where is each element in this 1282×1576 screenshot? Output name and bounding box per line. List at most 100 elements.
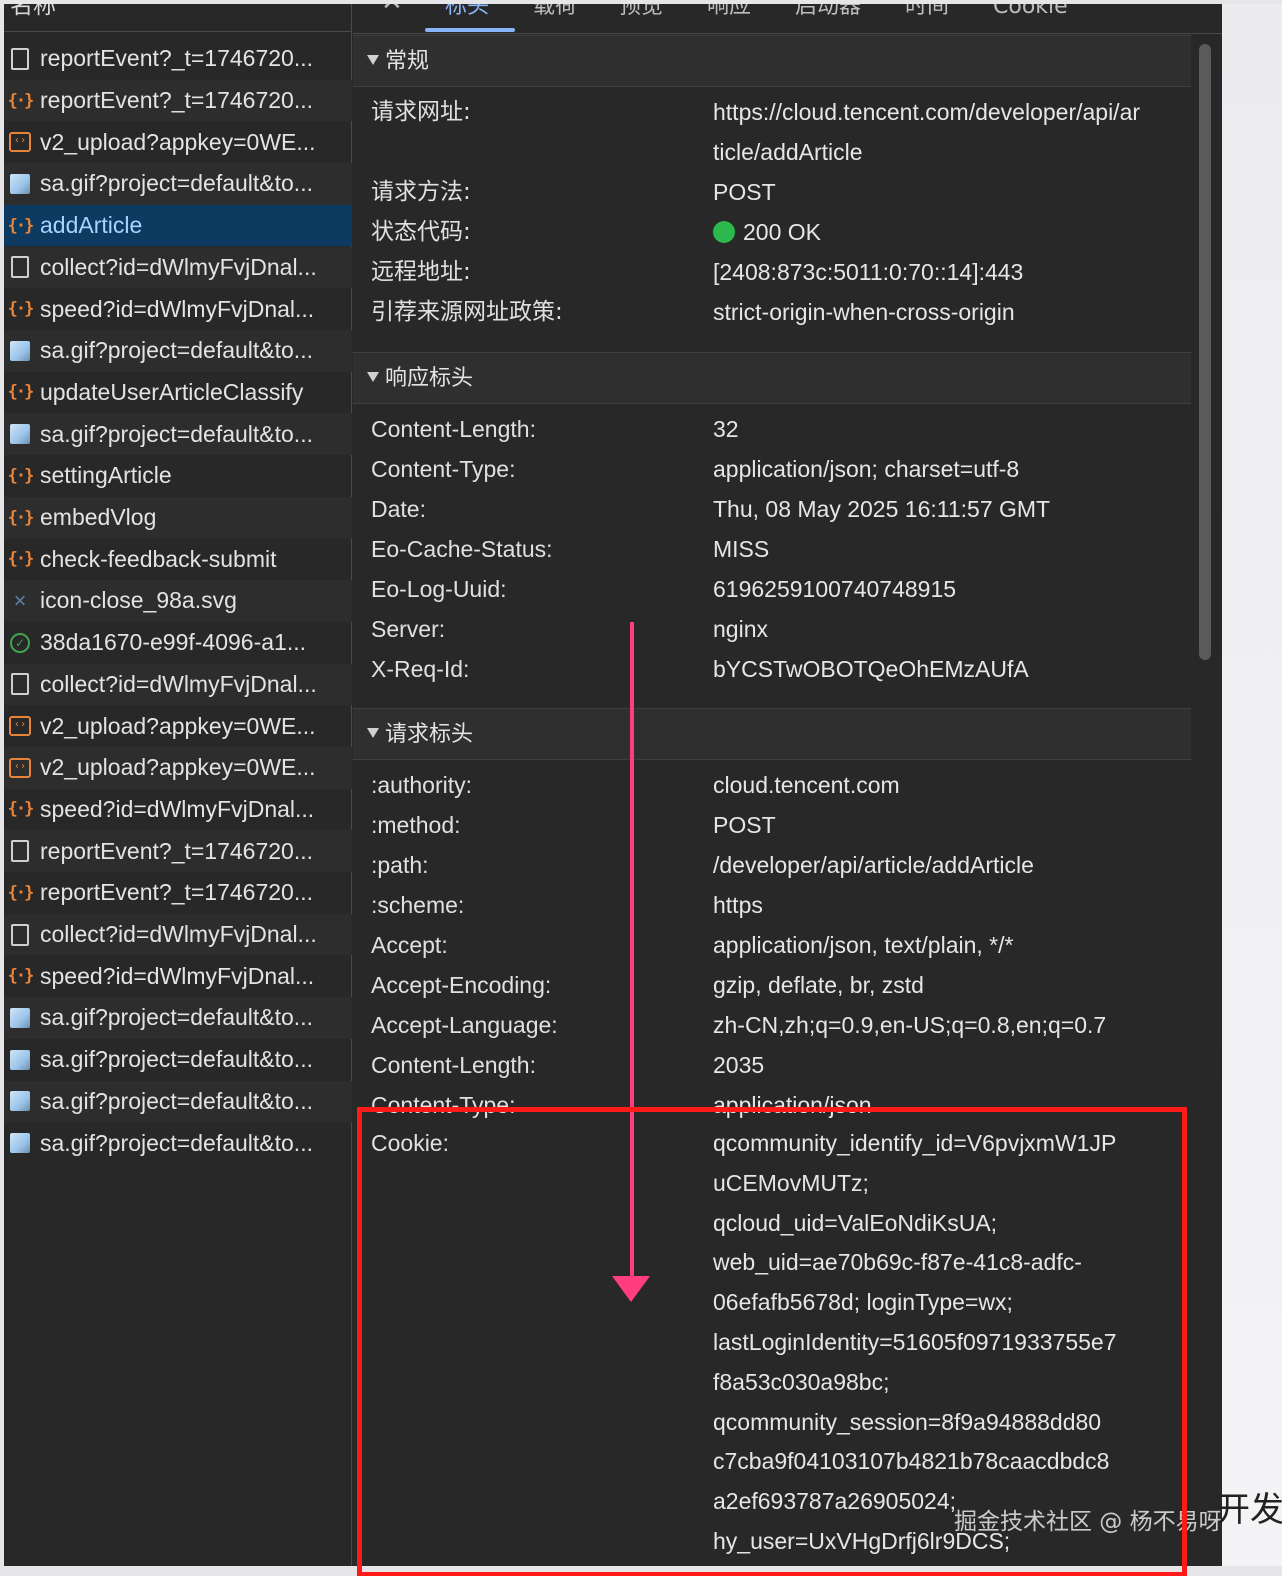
request-row[interactable]: {·} reportEvent?_t=1746720... xyxy=(4,872,352,914)
script-icon: ‹› xyxy=(9,132,31,153)
request-type-icon: {·} xyxy=(6,380,35,404)
request-type-icon xyxy=(6,672,34,696)
response-header-name: Eo-Cache-Status: xyxy=(371,536,553,562)
json-braces-icon: {·} xyxy=(7,465,35,486)
request-type-icon: {·} xyxy=(6,964,35,988)
response-header-value: 6196259100740748915 xyxy=(713,576,957,602)
request-row[interactable]: reportEvent?_t=1746720... xyxy=(4,830,352,872)
tab-response[interactable]: 响应 xyxy=(707,4,751,24)
request-name: sa.gif?project=default&to... xyxy=(40,420,313,447)
request-row[interactable]: {·} updateUserArticleClassify xyxy=(4,372,352,414)
request-type-icon: {·} xyxy=(6,881,35,905)
request-header-value: /developer/api/article/addArticle xyxy=(713,852,1034,878)
request-row[interactable]: sa.gif?project=default&to... xyxy=(4,163,352,205)
request-url-value-cont: ticle/addArticle xyxy=(713,139,863,165)
request-type-icon: ‹› xyxy=(6,756,34,780)
document-icon xyxy=(11,923,29,946)
close-icon[interactable]: ✕ xyxy=(381,4,403,17)
request-row[interactable]: ‹› v2_upload?appkey=0WE... xyxy=(4,746,352,789)
response-headers-section-header[interactable]: 响应标头 xyxy=(353,352,1191,404)
request-row[interactable]: collect?id=dWlmyFvjDnal... xyxy=(4,663,352,706)
request-type-icon xyxy=(6,339,34,363)
request-row[interactable]: ‹› v2_upload?appkey=0WE... xyxy=(4,705,352,747)
request-row[interactable]: {·} reportEvent?_t=1746720... xyxy=(4,79,352,122)
request-row[interactable]: sa.gif?project=default&to... xyxy=(4,997,352,1039)
json-braces-icon: {·} xyxy=(7,882,35,903)
request-row[interactable]: × icon-close_98a.svg xyxy=(4,580,352,622)
request-type-icon xyxy=(6,1131,34,1155)
request-row[interactable]: ‹› v2_upload?appkey=0WE... xyxy=(4,121,352,163)
image-icon xyxy=(10,1133,30,1154)
request-headers-section-header[interactable]: 请求标头 xyxy=(353,708,1191,760)
request-name: collect?id=dWlmyFvjDnal... xyxy=(40,670,317,697)
tab-headers[interactable]: 标头 xyxy=(445,4,489,24)
request-row[interactable]: sa.gif?project=default&to... xyxy=(4,413,352,455)
request-header-value: POST xyxy=(713,812,776,838)
request-type-icon: × xyxy=(6,587,34,613)
response-header-name: X-Req-Id: xyxy=(371,656,470,682)
request-name: settingArticle xyxy=(40,462,172,489)
request-name: v2_upload?appkey=0WE... xyxy=(40,712,316,739)
request-row[interactable]: reportEvent?_t=1746720... xyxy=(4,38,352,80)
request-type-icon: {·} xyxy=(6,547,35,571)
request-header-value: application/json, text/plain, */* xyxy=(713,932,1014,958)
request-header-name: :authority: xyxy=(371,772,472,798)
general-section-title: 常规 xyxy=(385,49,430,74)
image-icon xyxy=(10,173,30,194)
name-column-header[interactable]: 名称 xyxy=(4,4,352,32)
request-row[interactable]: sa.gif?project=default&to... xyxy=(4,1039,352,1081)
json-braces-icon: {·} xyxy=(7,507,35,528)
request-row[interactable]: {·} settingArticle xyxy=(4,455,352,497)
request-row[interactable]: {·} speed?id=dWlmyFvjDnal... xyxy=(4,789,352,831)
request-header-name: Content-Length: xyxy=(371,1052,536,1078)
response-header-name: Eo-Log-Uuid: xyxy=(371,576,507,602)
tab-payload[interactable]: 载荷 xyxy=(533,4,577,24)
request-type-icon: ‹› xyxy=(6,714,34,738)
request-url-value: https://cloud.tencent.com/developer/api/… xyxy=(713,99,1141,125)
detail-scrollbar[interactable] xyxy=(1193,34,1213,1566)
request-header-name: :method: xyxy=(371,812,461,838)
request-row[interactable]: {·} check-feedback-submit xyxy=(4,538,352,580)
request-row[interactable]: {·} speed?id=dWlmyFvjDnal... xyxy=(4,955,352,997)
request-type-icon xyxy=(6,422,34,446)
request-header-name: :path: xyxy=(371,852,429,878)
tab-cookies[interactable]: Cookie xyxy=(993,4,1068,24)
request-type-icon: {·} xyxy=(6,297,35,321)
response-header-name: Server: xyxy=(371,616,446,642)
request-row[interactable]: ✓ 38da1670-e99f-4096-a1... xyxy=(4,622,352,664)
svg-x-icon: × xyxy=(13,587,27,613)
request-row[interactable]: sa.gif?project=default&to... xyxy=(4,329,352,372)
response-header-name: Content-Type: xyxy=(371,456,516,482)
request-list: 名称 reportEvent?_t=1746720... {·} reportEve… xyxy=(4,4,352,1566)
request-row[interactable]: collect?id=dWlmyFvjDnal... xyxy=(4,913,352,956)
response-header-value: application/json; charset=utf-8 xyxy=(713,456,1020,482)
json-braces-icon: {·} xyxy=(7,215,35,236)
request-name: updateUserArticleClassify xyxy=(40,378,304,405)
request-row[interactable]: {·} addArticle xyxy=(4,204,352,247)
request-row[interactable]: collect?id=dWlmyFvjDnal... xyxy=(4,246,352,289)
request-row[interactable]: sa.gif?project=default&to... xyxy=(4,1122,352,1164)
request-header-name: :scheme: xyxy=(371,892,465,918)
status-text: 200 OK xyxy=(743,219,821,245)
json-braces-icon: {·} xyxy=(7,966,35,987)
general-section-header[interactable]: 常规 xyxy=(353,35,1191,87)
tab-timing[interactable]: 时间 xyxy=(905,4,949,24)
tab-initiator[interactable]: 启动器 xyxy=(795,4,861,24)
collapse-triangle-icon xyxy=(367,372,379,382)
request-row[interactable]: {·} embedVlog xyxy=(4,496,352,539)
document-icon xyxy=(11,673,29,696)
image-icon xyxy=(10,1049,30,1070)
request-type-icon: ✓ xyxy=(6,631,34,655)
request-name: icon-close_98a.svg xyxy=(40,587,237,614)
request-name: sa.gif?project=default&to... xyxy=(40,1087,313,1114)
request-row[interactable]: {·} speed?id=dWlmyFvjDnal... xyxy=(4,288,352,330)
request-name: sa.gif?project=default&to... xyxy=(40,337,313,364)
tab-preview[interactable]: 预览 xyxy=(619,4,663,24)
request-row[interactable]: sa.gif?project=default&to... xyxy=(4,1080,352,1123)
scrollbar-thumb[interactable] xyxy=(1199,44,1211,660)
request-name: sa.gif?project=default&to... xyxy=(40,170,313,197)
response-header-name: Content-Length: xyxy=(371,416,536,442)
json-braces-icon: {·} xyxy=(7,299,35,320)
response-header-name: Date: xyxy=(371,496,426,522)
request-method-value: POST xyxy=(713,179,776,205)
